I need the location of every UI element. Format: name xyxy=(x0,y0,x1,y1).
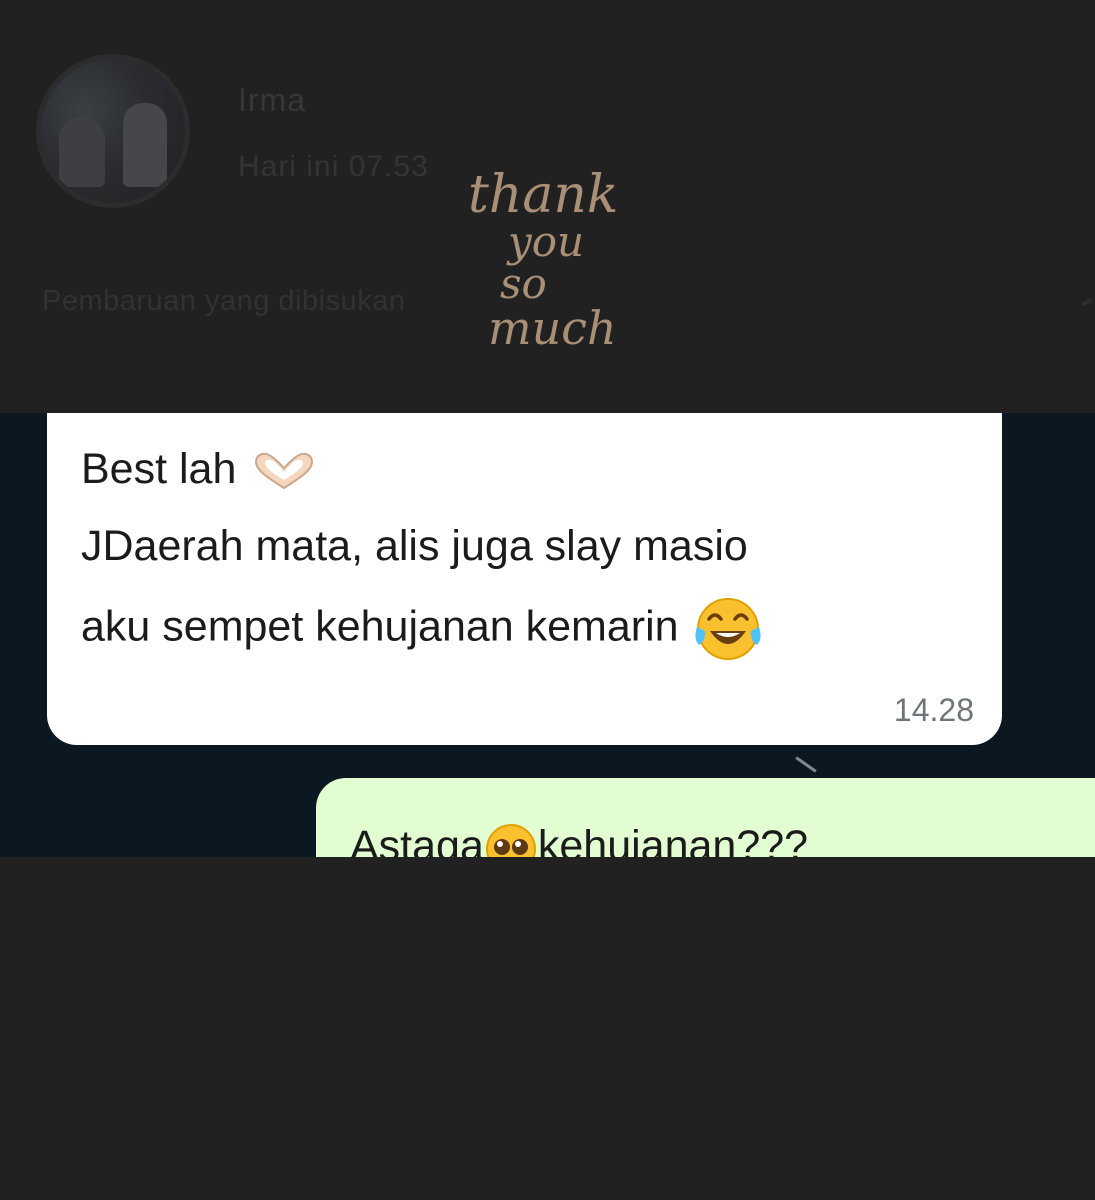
status-header: Irma Hari ini 07.53 Pembaruan yang dibis… xyxy=(0,0,1095,413)
avatar[interactable] xyxy=(36,54,190,208)
message-text: kehujanan??? xyxy=(537,822,809,857)
contact-name[interactable]: Irma xyxy=(238,82,306,119)
message-text-line-2: JDaerah mata, alis juga slay masio xyxy=(81,522,748,570)
message-text: Best lah xyxy=(81,445,237,493)
heart-hands-icon xyxy=(255,452,314,489)
chevron-icon xyxy=(1081,297,1093,307)
message-time: 14.28 xyxy=(893,692,974,728)
muted-updates-label[interactable]: Pembaruan yang dibisukan xyxy=(42,285,405,318)
pleading-face-icon xyxy=(485,823,536,857)
message-line: Astaga kehujanan??? xyxy=(350,822,808,857)
chat-area: Best lah JDaerah mata, alis juga slay ma… xyxy=(0,413,1095,857)
outgoing-message-bubble[interactable]: Astaga kehujanan??? xyxy=(316,778,1095,857)
message-line: Best lah xyxy=(81,445,320,494)
watermark-line-1: thank xyxy=(468,165,618,225)
incoming-message-bubble[interactable]: Best lah JDaerah mata, alis juga slay ma… xyxy=(47,413,1002,745)
decoration-mark xyxy=(795,756,817,773)
status-time: Hari ini 07.53 xyxy=(238,150,429,183)
thank-you-watermark: thank you so much xyxy=(468,165,618,355)
watermark-line-4: much xyxy=(488,301,617,355)
tears-of-joy-icon xyxy=(694,598,761,660)
message-text: aku sempet kehujanan kemarin xyxy=(81,602,679,651)
message-text: Astaga xyxy=(350,822,484,857)
message-line: aku sempet kehujanan kemarin xyxy=(81,595,765,663)
